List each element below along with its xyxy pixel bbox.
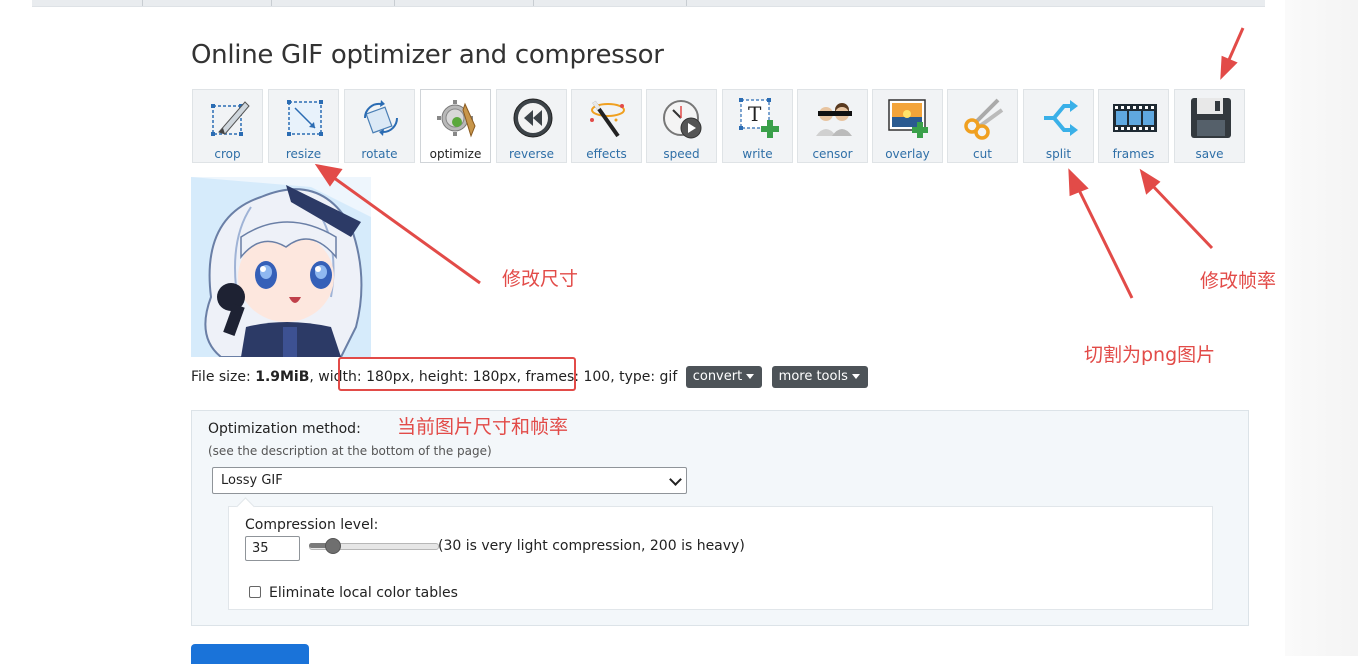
frames-value: 100 bbox=[583, 369, 611, 385]
tool-overlay[interactable]: overlay bbox=[872, 89, 943, 163]
speed-icon bbox=[663, 100, 702, 139]
annotation-resize: 修改尺寸 bbox=[502, 268, 579, 290]
tool-write[interactable]: T write bbox=[722, 89, 793, 163]
type-value: gif bbox=[659, 369, 678, 385]
arrow-to-split bbox=[1076, 187, 1134, 299]
nav-divider bbox=[142, 0, 143, 6]
resize-icon bbox=[287, 100, 323, 136]
compression-options-panel: Compression level: 35 (30 is very light … bbox=[228, 497, 1213, 610]
arrow-to-save bbox=[1226, 27, 1245, 63]
page-title: Online GIF optimizer and compressor bbox=[191, 40, 664, 70]
tool-speed-label: speed bbox=[663, 147, 700, 161]
tool-reverse[interactable]: reverse bbox=[496, 89, 567, 163]
effects-icon bbox=[590, 100, 625, 138]
anime-character-image bbox=[191, 177, 371, 357]
type-label: , type: bbox=[610, 369, 660, 385]
annotation-split: 切割为png图片 bbox=[1084, 344, 1216, 366]
tool-effects-label: effects bbox=[586, 147, 627, 161]
tool-cut-label: cut bbox=[973, 147, 992, 161]
tool-speed[interactable]: speed bbox=[646, 89, 717, 163]
tool-overlay-label: overlay bbox=[885, 147, 930, 161]
tool-cut[interactable]: cut bbox=[947, 89, 1018, 163]
optimization-method-hint: (see the description at the bottom of th… bbox=[208, 444, 492, 458]
write-icon: T bbox=[739, 98, 779, 138]
convert-button-label: convert bbox=[692, 369, 743, 384]
chevron-down-icon bbox=[669, 473, 682, 486]
cut-icon bbox=[964, 98, 1004, 140]
compression-level-note: (30 is very light compression, 200 is he… bbox=[438, 538, 745, 554]
svg-text:T: T bbox=[748, 102, 762, 126]
top-nav-bar bbox=[32, 0, 1265, 7]
file-size-label: File size: bbox=[191, 369, 256, 385]
arrow-head bbox=[1220, 55, 1238, 80]
optimize-submit-button[interactable] bbox=[191, 644, 309, 664]
tool-effects[interactable]: effects bbox=[571, 89, 642, 163]
crop-icon bbox=[211, 101, 250, 136]
tool-censor-label: censor bbox=[812, 147, 853, 161]
annotation-current-size: 当前图片尺寸和帧率 bbox=[397, 416, 569, 438]
more-tools-dropdown-button[interactable]: more tools bbox=[771, 366, 868, 388]
compression-level-input[interactable]: 35 bbox=[245, 536, 300, 561]
tool-save-label: save bbox=[1195, 147, 1224, 161]
gif-preview-image bbox=[191, 177, 371, 357]
panel-notch bbox=[236, 497, 255, 516]
rotate-icon bbox=[363, 100, 398, 136]
caret-down-icon bbox=[851, 374, 860, 379]
optimization-method-label: Optimization method: bbox=[208, 421, 361, 437]
arrow-head bbox=[1068, 168, 1089, 197]
file-size-value: 1.9MiB bbox=[255, 369, 310, 385]
tool-split[interactable]: split bbox=[1023, 89, 1094, 163]
selected-method: Lossy GIF bbox=[221, 473, 283, 488]
optimize-icon bbox=[437, 100, 476, 138]
eliminate-color-tables-label: Eliminate local color tables bbox=[269, 585, 458, 601]
tool-rotate[interactable]: rotate bbox=[344, 89, 415, 163]
tool-reverse-label: reverse bbox=[508, 147, 555, 161]
compression-slider-handle[interactable] bbox=[325, 538, 341, 554]
eliminate-color-tables-checkbox[interactable] bbox=[249, 586, 261, 598]
frames-icon bbox=[1113, 104, 1157, 132]
save-icon bbox=[1191, 98, 1231, 138]
censor-icon bbox=[816, 103, 852, 136]
tool-frames[interactable]: frames bbox=[1098, 89, 1169, 163]
optimization-panel: Optimization method: (see the descriptio… bbox=[191, 410, 1249, 626]
tool-write-label: write bbox=[742, 147, 773, 161]
tool-crop[interactable]: crop bbox=[192, 89, 263, 163]
nav-divider bbox=[271, 0, 272, 6]
annotation-frames: 修改帧率 bbox=[1200, 270, 1277, 292]
nav-divider bbox=[533, 0, 534, 6]
caret-down-icon bbox=[746, 374, 755, 379]
tool-rotate-label: rotate bbox=[361, 147, 398, 161]
nav-divider bbox=[394, 0, 395, 6]
overlay-icon bbox=[888, 99, 928, 138]
reverse-icon bbox=[513, 98, 553, 138]
tool-save[interactable]: save bbox=[1174, 89, 1245, 163]
side-gutter bbox=[1285, 0, 1358, 656]
optimization-method-select[interactable]: Lossy GIF bbox=[212, 467, 687, 494]
tool-resize[interactable]: resize bbox=[268, 89, 339, 163]
tool-optimize-label: optimize bbox=[429, 147, 482, 161]
nav-divider bbox=[686, 0, 687, 6]
tool-censor[interactable]: censor bbox=[797, 89, 868, 163]
tool-resize-label: resize bbox=[285, 147, 322, 161]
compression-level-label: Compression level: bbox=[245, 517, 379, 533]
tool-frames-label: frames bbox=[1112, 147, 1155, 161]
tool-toolbar: crop resize rotate optimize reverse effe… bbox=[192, 88, 1248, 166]
arrow-head bbox=[1139, 168, 1161, 195]
arrow-to-frames bbox=[1148, 181, 1214, 250]
more-tools-button-label: more tools bbox=[778, 369, 848, 384]
convert-dropdown-button[interactable]: convert bbox=[685, 366, 763, 388]
tool-crop-label: crop bbox=[214, 147, 241, 161]
tool-optimize[interactable]: optimize bbox=[420, 89, 491, 163]
tool-split-label: split bbox=[1045, 147, 1072, 161]
annotation-highlight-box bbox=[338, 357, 576, 391]
split-icon bbox=[1044, 100, 1078, 136]
